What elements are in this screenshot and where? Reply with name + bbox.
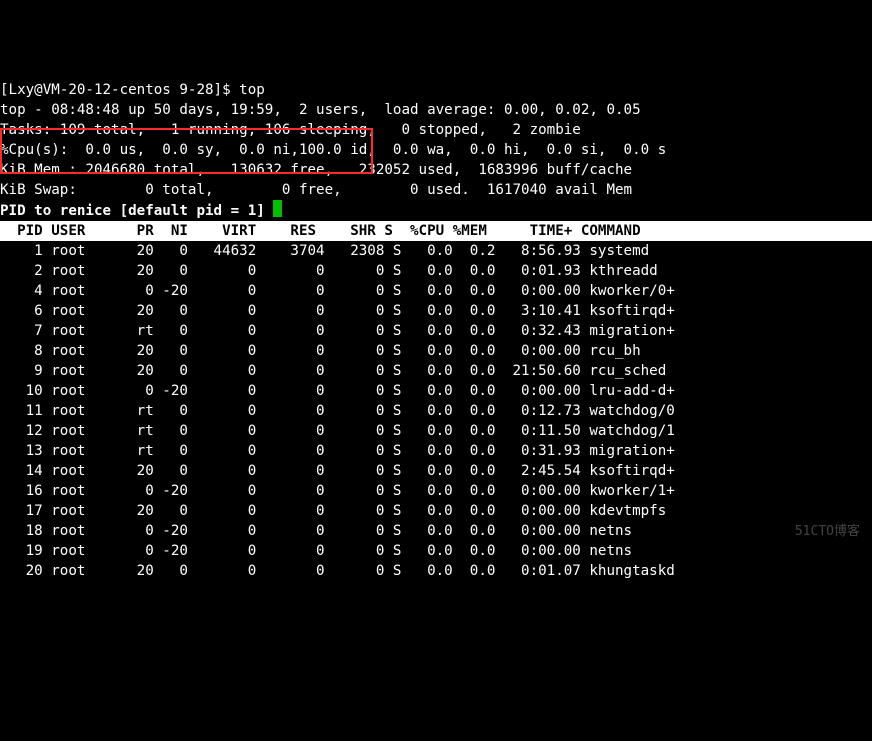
watermark: 51CTO博客 <box>795 522 860 542</box>
text-cursor <box>273 200 282 217</box>
summary-line-uptime: top - 08:48:48 up 50 days, 19:59, 2 user… <box>0 102 641 118</box>
renice-prompt[interactable]: PID to renice [default pid = 1] <box>0 203 282 219</box>
summary-line-tasks: Tasks: 109 total, 1 running, 106 sleepin… <box>0 122 581 138</box>
column-header-row: PID USER PR NI VIRT RES SHR S %CPU %MEM … <box>0 221 872 241</box>
terminal[interactable]: [Lxy@VM-20-12-centos 9-28]$ top top - 08… <box>0 80 872 581</box>
process-table: 1 root 20 0 44632 3704 2308 S 0.0 0.2 8:… <box>0 241 872 581</box>
summary-line-swap: KiB Swap: 0 total, 0 free, 0 used. 16170… <box>0 182 632 198</box>
summary-line-mem: KiB Mem : 2046680 total, 130632 free, 23… <box>0 162 632 178</box>
summary-line-cpu: %Cpu(s): 0.0 us, 0.0 sy, 0.0 ni,100.0 id… <box>0 142 666 158</box>
shell-prompt-line: [Lxy@VM-20-12-centos 9-28]$ top <box>0 82 265 98</box>
renice-prompt-text: PID to renice [default pid = 1] <box>0 203 273 219</box>
